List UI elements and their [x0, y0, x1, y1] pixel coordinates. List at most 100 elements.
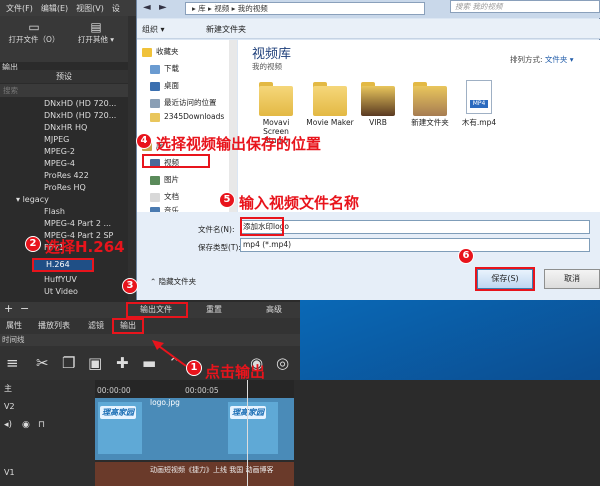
picture-icon	[150, 175, 160, 185]
v2-track-label: V2	[4, 402, 15, 411]
hide-folders-toggle[interactable]: ⌃ 隐藏文件夹	[150, 276, 196, 287]
highlight-export-tab	[112, 318, 144, 334]
preset-list: DNxHD (HD 720... DNxHD (HD 720... DNxHR …	[0, 98, 128, 301]
breadcrumb-item[interactable]: 库	[198, 4, 206, 13]
lock-icon[interactable]: ⊓	[38, 420, 45, 430]
breadcrumb-item[interactable]: 我的视频	[238, 4, 268, 13]
search-input[interactable]: 搜索 我的视频	[450, 0, 600, 13]
highlight-videos	[142, 154, 210, 168]
nav-scrollbar[interactable]	[229, 40, 237, 212]
eye-icon[interactable]: ◉	[22, 420, 30, 430]
address-breadcrumb[interactable]: ▸ 库 ▸ 视频 ▸ 我的视频	[185, 2, 425, 15]
nav-2345downloads[interactable]: 2345Downloads	[150, 112, 224, 122]
folder-icon[interactable]	[313, 80, 347, 116]
back-icon[interactable]: ◄	[143, 2, 151, 13]
step-4-marker: 4	[136, 133, 152, 149]
preset-item[interactable]: Ut Video	[44, 287, 78, 296]
track-headers: 主 V2 ◂) ◉ ⊓ V1	[0, 380, 95, 486]
nav-documents[interactable]: 文档	[150, 191, 179, 202]
paste-icon[interactable]: ▣	[88, 354, 102, 372]
arrange-by[interactable]: 排列方式: 文件夹 ▾	[510, 54, 574, 65]
advanced-button[interactable]: 高级	[266, 304, 282, 315]
file-label: 木有.mp4	[461, 118, 497, 127]
clip-name: logo.jpg	[150, 398, 180, 407]
open-file-button[interactable]: ▭ 打开文件（O）	[4, 20, 64, 45]
preset-item[interactable]: DNxHD (HD 720...	[44, 99, 116, 108]
copy-icon[interactable]: ❐	[62, 354, 75, 372]
highlight-save	[475, 267, 535, 291]
remove-icon[interactable]: −	[20, 302, 29, 315]
filetype-select[interactable]: mp4 (*.mp4)	[240, 238, 590, 252]
recent-icon	[150, 98, 160, 108]
folder-icon[interactable]	[361, 80, 395, 116]
ruler-tick: 00:00:00	[97, 386, 131, 395]
folder-label: VIRB	[369, 118, 387, 127]
document-icon	[150, 192, 160, 202]
cut-icon[interactable]: ✂	[36, 354, 49, 372]
nav-downloads[interactable]: 下载	[150, 63, 179, 74]
preset-category-legacy[interactable]: ▾ legacy	[16, 195, 49, 204]
tab-filters[interactable]: 滤镜	[88, 320, 104, 331]
open-other-label: 打开其他 ▾	[77, 35, 115, 44]
nav-pictures[interactable]: 图片	[150, 174, 179, 185]
step-1-text: 点击输出	[205, 363, 266, 381]
preset-item[interactable]: DNxHR HQ	[44, 123, 87, 132]
library-title: 视频库	[252, 47, 292, 62]
step-4-text: 选择视频输出保存的位置	[156, 135, 322, 153]
menu-view[interactable]: 视图(V)	[76, 3, 104, 14]
timeline-empty-area	[294, 380, 600, 486]
step-5-marker: 5	[219, 192, 235, 208]
playhead[interactable]	[247, 380, 248, 486]
tab-playlist[interactable]: 播放列表	[38, 320, 70, 331]
filename-input[interactable]: 添加水印logo	[240, 220, 590, 234]
preset-item-selected[interactable]: H.264	[32, 258, 94, 272]
tab-properties[interactable]: 属性	[6, 320, 22, 331]
preset-item[interactable]: DNxHD (HD 720...	[44, 111, 116, 120]
filename-label: 文件名(N):	[198, 225, 235, 234]
step-2-marker: 2	[25, 236, 41, 252]
step-5-text: 输入视频文件名称	[239, 194, 360, 212]
preset-item[interactable]: MPEG-4	[44, 159, 75, 168]
append-icon[interactable]: ✚	[116, 354, 129, 372]
open-other-icon: ▤	[90, 20, 102, 34]
step-6-marker: 6	[458, 248, 474, 264]
folder-icon[interactable]	[259, 80, 293, 116]
highlight-export-button	[126, 302, 188, 318]
preset-item[interactable]: ProRes HQ	[44, 183, 86, 192]
clip-thumbnail: 理高家园	[98, 402, 142, 454]
menu-settings[interactable]: 设	[112, 3, 120, 14]
preset-search-input[interactable]: 搜索	[0, 84, 128, 97]
menu-file[interactable]: 文件(F)	[6, 3, 33, 14]
nav-favorites[interactable]: 收藏夹	[142, 46, 179, 57]
forward-icon[interactable]: ►	[159, 2, 167, 13]
preset-item[interactable]: ProRes 422	[44, 171, 89, 180]
category-label: legacy	[22, 195, 49, 204]
panel-tabs: 属性 播放列表 滤镜 输出	[0, 318, 300, 334]
nav-music[interactable]: 音乐	[150, 205, 179, 212]
open-file-label: 打开文件（O）	[8, 35, 60, 44]
reset-button[interactable]: 重置	[206, 304, 222, 315]
nav-desktop[interactable]: 桌面	[150, 80, 179, 91]
organize-button[interactable]: 组织 ▾	[142, 24, 165, 35]
breadcrumb-item[interactable]: 视频	[214, 4, 229, 13]
nav-recent[interactable]: 最近访问的位置	[150, 97, 217, 108]
new-folder-button[interactable]: 新建文件夹	[206, 24, 246, 35]
menu-icon[interactable]: ≡	[6, 354, 19, 372]
preset-item[interactable]: HuffYUV	[44, 275, 77, 284]
folder-icon[interactable]	[413, 80, 447, 116]
scrub-icon[interactable]: ◎	[276, 354, 289, 372]
preset-item[interactable]: Flash	[44, 207, 65, 216]
open-other-button[interactable]: ▤ 打开其他 ▾	[66, 20, 126, 45]
mute-icon[interactable]: ◂)	[4, 420, 12, 430]
preset-item[interactable]: MPEG-2	[44, 147, 75, 156]
clip-thumbnail: 理高家园	[228, 402, 278, 454]
menu-edit[interactable]: 编辑(E)	[41, 3, 68, 14]
preset-item[interactable]: MJPEG	[44, 135, 69, 144]
mp4-file-icon[interactable]	[466, 80, 492, 114]
cancel-button[interactable]: 取消	[544, 269, 600, 289]
ruler-tick: 00:00:05	[185, 386, 219, 395]
timeline-ruler[interactable]: 00:00:00 00:00:05	[95, 380, 294, 398]
add-icon[interactable]: +	[4, 302, 13, 315]
annotation-arrow	[152, 340, 187, 367]
preset-item[interactable]: MPEG-4 Part 2 ...	[44, 219, 111, 228]
